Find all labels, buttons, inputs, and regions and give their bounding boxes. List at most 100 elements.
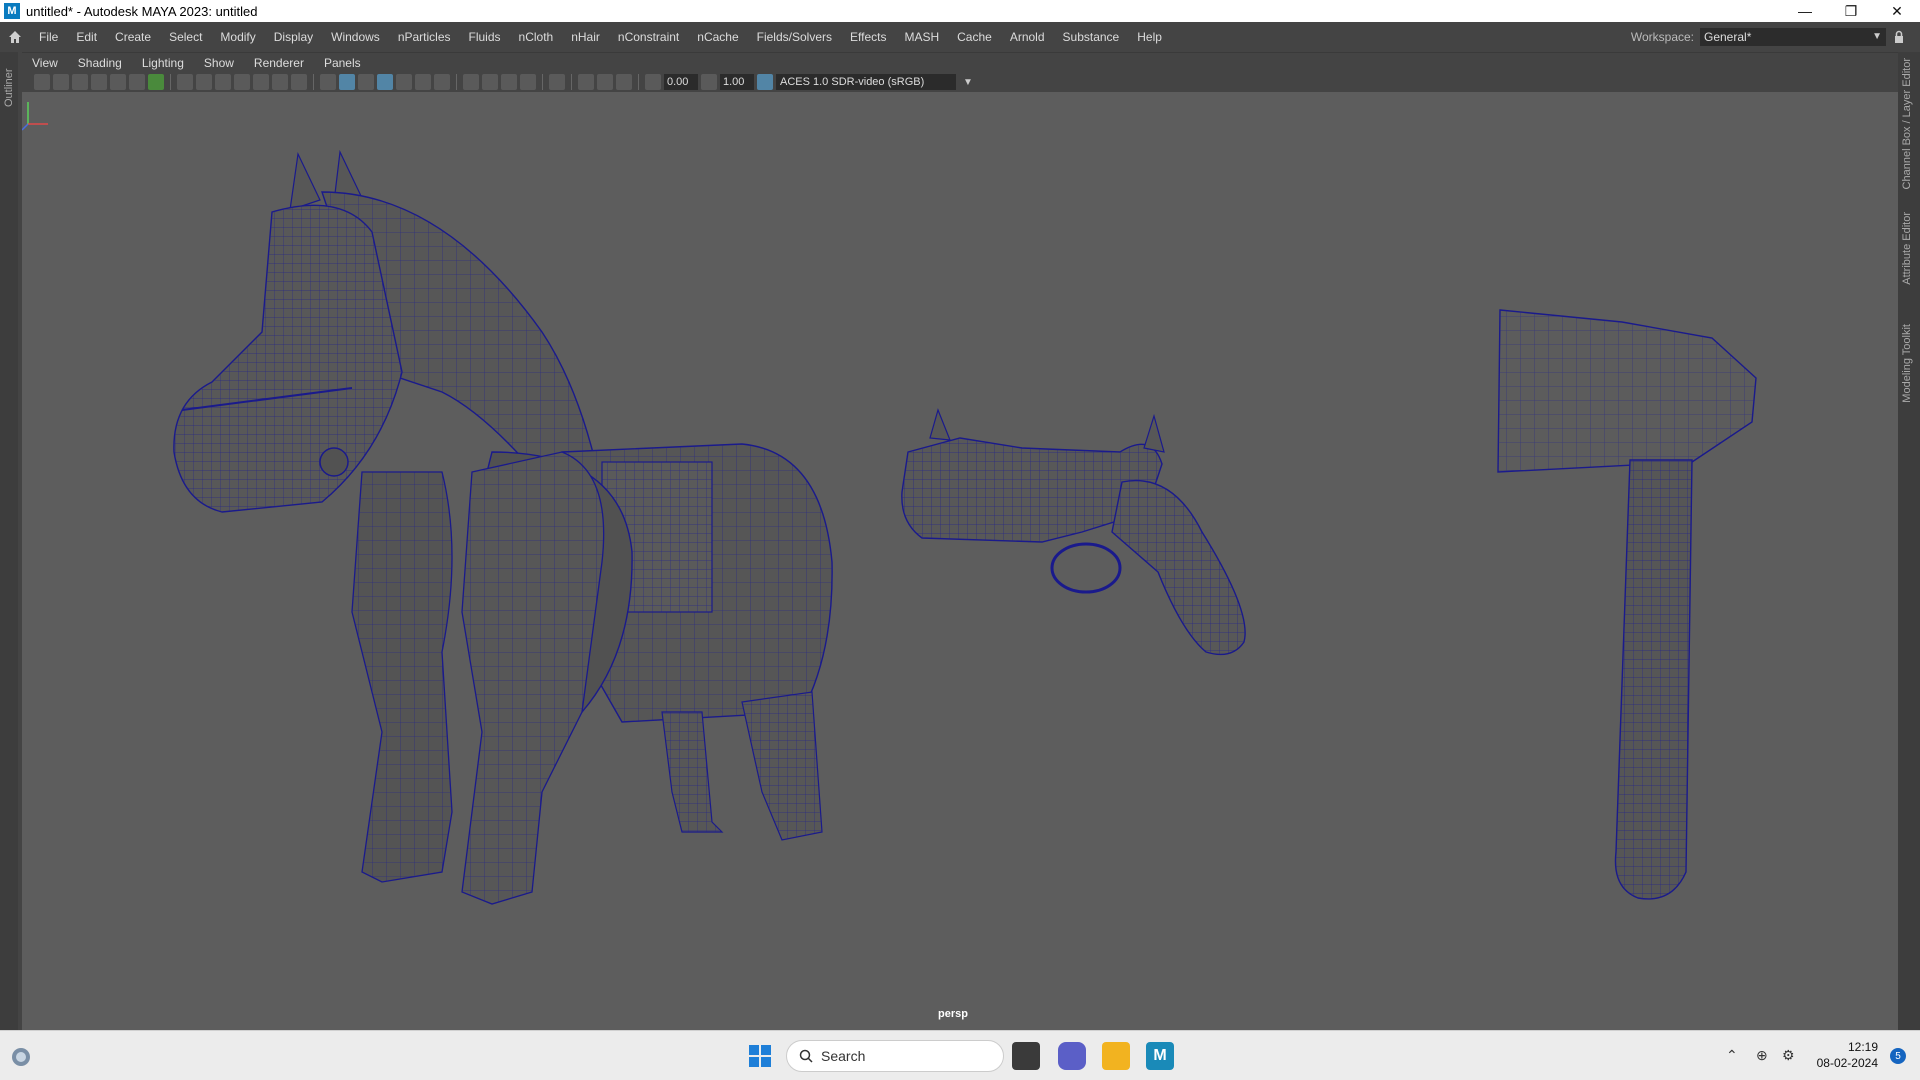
grease-pencil-icon[interactable] (110, 74, 126, 90)
menu-effects[interactable]: Effects (841, 22, 895, 52)
resolution-gate-icon[interactable] (215, 74, 231, 90)
widgets-icon[interactable] (10, 1046, 32, 1068)
axis-gizmo-icon (22, 102, 48, 131)
camera-select-icon[interactable] (34, 74, 50, 90)
panel-menu-show[interactable]: Show (194, 56, 244, 70)
anti-aliasing-icon[interactable] (501, 74, 517, 90)
minimize-button[interactable]: — (1782, 0, 1828, 22)
xray-icon[interactable] (578, 74, 594, 90)
main-menu-bar: File Edit Create Select Modify Display Windows… (0, 22, 1920, 52)
workspace-select[interactable]: General* (1700, 28, 1886, 46)
channel-box-tab[interactable]: Channel Box / Layer Editor (1901, 58, 1913, 189)
menu-fields-solvers[interactable]: Fields/Solvers (748, 22, 841, 52)
language-icon[interactable]: ⊕ (1756, 1047, 1768, 1064)
file-explorer-icon[interactable] (1102, 1042, 1130, 1070)
menu-fluids[interactable]: Fluids (460, 22, 510, 52)
view-transform-field[interactable]: ACES 1.0 SDR-video (sRGB) (776, 74, 956, 90)
menu-cache[interactable]: Cache (948, 22, 1001, 52)
ambient-occlusion-icon[interactable] (463, 74, 479, 90)
title-bar: M untitled* - Autodesk MAYA 2023: untitl… (0, 0, 1920, 22)
toolbar-separator (571, 74, 572, 90)
exposure-icon[interactable] (645, 74, 661, 90)
gamma-field[interactable]: 1.00 (720, 74, 754, 90)
left-dock: Outliner (0, 52, 18, 1030)
attribute-editor-tab[interactable]: Attribute Editor (1901, 212, 1913, 285)
image-plane-icon[interactable] (91, 74, 107, 90)
windows-taskbar: Search M ⌃ ⊕ ⚙ 12:19 08-02-2024 5 (0, 1030, 1920, 1080)
window-title: untitled* - Autodesk MAYA 2023: untitled (26, 3, 258, 19)
motion-blur-icon[interactable] (482, 74, 498, 90)
taskbar-search-input[interactable]: Search (786, 1040, 1004, 1072)
menu-nparticles[interactable]: nParticles (389, 22, 460, 52)
lock-icon[interactable] (1892, 30, 1906, 44)
maya-app-icon: M (4, 3, 20, 19)
film-gate-icon[interactable] (196, 74, 212, 90)
shadows-icon[interactable] (434, 74, 450, 90)
toolbar-separator (170, 74, 171, 90)
field-chart-icon[interactable] (253, 74, 269, 90)
maya-taskbar-icon[interactable]: M (1146, 1042, 1174, 1070)
bookmark-icon[interactable] (72, 74, 88, 90)
menu-create[interactable]: Create (106, 22, 160, 52)
menu-ncache[interactable]: nCache (688, 22, 747, 52)
menu-nconstraint[interactable]: nConstraint (609, 22, 688, 52)
teams-icon[interactable] (1058, 1042, 1086, 1070)
2d-pan-zoom-icon[interactable] (129, 74, 145, 90)
smooth-shade-icon[interactable] (339, 74, 355, 90)
chevron-up-icon[interactable]: ⌃ (1726, 1047, 1738, 1064)
menu-mash[interactable]: MASH (895, 22, 948, 52)
close-button[interactable]: ✕ (1874, 0, 1920, 22)
clock-date: 08-02-2024 (1816, 1056, 1878, 1070)
default-material-icon[interactable] (358, 74, 374, 90)
notification-badge[interactable]: 5 (1890, 1048, 1906, 1064)
menu-windows[interactable]: Windows (322, 22, 389, 52)
color-management-icon[interactable] (757, 74, 773, 90)
safe-title-icon[interactable] (291, 74, 307, 90)
panel-menu-renderer[interactable]: Renderer (244, 56, 314, 70)
menu-help[interactable]: Help (1128, 22, 1171, 52)
viewport-toolbar: 0.00 1.00 ACES 1.0 SDR-video (sRGB) ▼ (22, 72, 1898, 92)
system-clock[interactable]: 12:19 08-02-2024 (1817, 1039, 1878, 1071)
exposure-field[interactable]: 0.00 (664, 74, 698, 90)
gamma-icon[interactable] (701, 74, 717, 90)
textured-icon[interactable] (396, 74, 412, 90)
panel-menu-panels[interactable]: Panels (314, 56, 371, 70)
axe-model[interactable] (1497, 309, 1757, 900)
chevron-down-icon[interactable]: ▼ (963, 77, 973, 88)
panel-menu-view[interactable]: View (22, 56, 68, 70)
home-icon[interactable] (0, 22, 30, 52)
safe-action-icon[interactable] (272, 74, 288, 90)
menu-modify[interactable]: Modify (211, 22, 264, 52)
gate-mask-icon[interactable] (234, 74, 250, 90)
wireframe-on-shaded-icon[interactable] (377, 74, 393, 90)
maximize-button[interactable]: ❐ (1828, 0, 1874, 22)
toolbar-separator (456, 74, 457, 90)
network-icon[interactable]: ⚙ (1782, 1047, 1795, 1064)
task-view-icon[interactable] (1012, 1042, 1040, 1070)
xray-active-components-icon[interactable] (597, 74, 613, 90)
panel-menu-lighting[interactable]: Lighting (132, 56, 194, 70)
camera-attributes-icon[interactable] (53, 74, 69, 90)
menu-arnold[interactable]: Arnold (1001, 22, 1054, 52)
outliner-tab[interactable]: Outliner (1, 58, 17, 118)
menu-substance[interactable]: Substance (1054, 22, 1129, 52)
menu-nhair[interactable]: nHair (562, 22, 609, 52)
isolate-select-icon[interactable] (549, 74, 565, 90)
pistol-model[interactable] (901, 408, 1246, 656)
horse-model[interactable] (173, 149, 833, 905)
perspective-viewport[interactable]: persp (22, 92, 1898, 1030)
panel-menu-shading[interactable]: Shading (68, 56, 132, 70)
xray-joints-icon[interactable] (616, 74, 632, 90)
menu-file[interactable]: File (30, 22, 67, 52)
wireframe-icon[interactable] (320, 74, 336, 90)
menu-select[interactable]: Select (160, 22, 211, 52)
windows-start-icon[interactable] (748, 1044, 772, 1068)
modeling-toolkit-tab[interactable]: Modeling Toolkit (1901, 324, 1913, 403)
depth-of-field-icon[interactable] (520, 74, 536, 90)
menu-ncloth[interactable]: nCloth (510, 22, 563, 52)
grid-icon[interactable] (177, 74, 193, 90)
use-all-lights-icon[interactable] (415, 74, 431, 90)
grease-pencil-active-icon[interactable] (148, 74, 164, 90)
menu-display[interactable]: Display (265, 22, 322, 52)
menu-edit[interactable]: Edit (67, 22, 106, 52)
